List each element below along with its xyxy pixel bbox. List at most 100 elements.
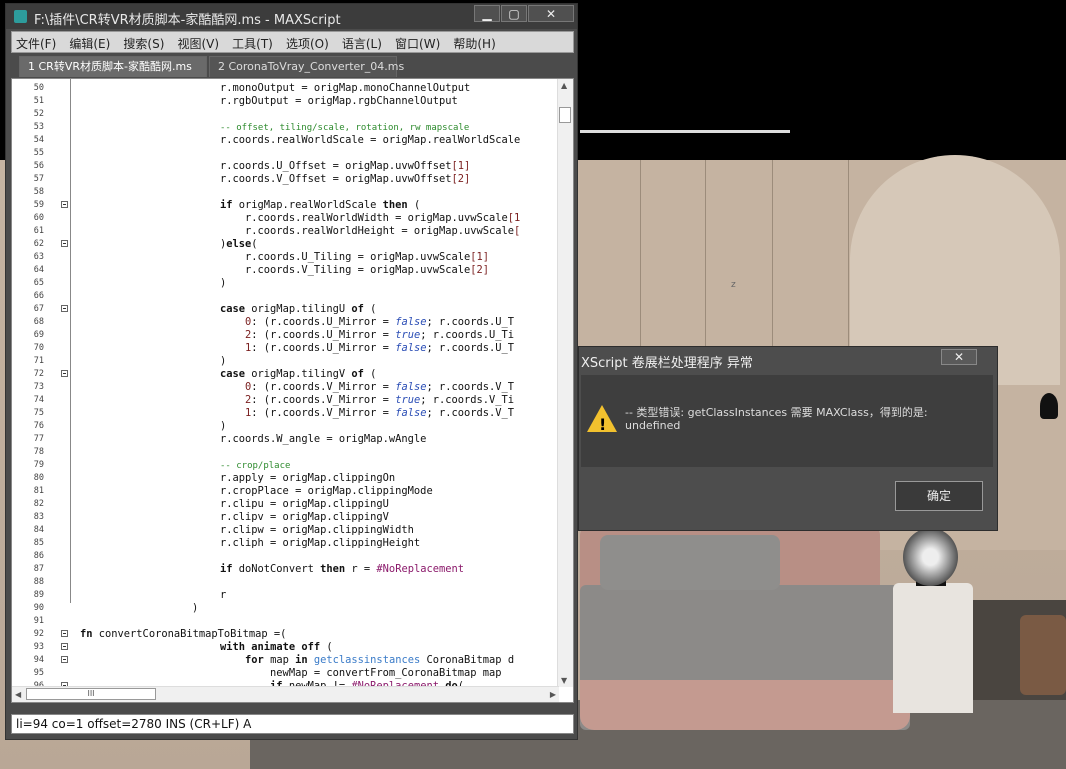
- line-number: 61: [33, 226, 44, 236]
- line-number: 67: [33, 304, 44, 314]
- code-text: )else(: [220, 238, 258, 250]
- fold-toggle-icon[interactable]: [61, 240, 68, 247]
- code-text: r.cliph = origMap.clippingHeight: [220, 537, 421, 549]
- line-number: 92: [33, 629, 44, 639]
- line-number: 74: [33, 395, 44, 405]
- code-line: 71): [12, 355, 558, 368]
- ok-button[interactable]: 确定: [895, 481, 983, 511]
- line-number: 95: [33, 668, 44, 678]
- maxscript-editor-window: F:\插件\CR转VR材质脚本-家酷酷网.ms - MAXScript ▁ ▢ …: [5, 3, 578, 740]
- error-dialog: XScript 卷展栏处理程序 异常 ✕ ! -- 类型错误: getClass…: [578, 346, 998, 531]
- code-line: 89 r: [12, 589, 558, 602]
- horizontal-scroll-thumb[interactable]: III: [26, 688, 156, 700]
- code-text: fn convertCoronaBitmapToBitmap =(: [80, 628, 287, 640]
- code-line: 87 if doNotConvert then r = #NoReplacemen…: [12, 563, 558, 576]
- wall-sconce: [1040, 393, 1058, 419]
- code-text: r: [220, 589, 227, 601]
- line-number: 53: [33, 122, 44, 132]
- fold-toggle-icon[interactable]: [61, 656, 68, 663]
- menu-search[interactable]: 搜索(S): [119, 32, 168, 55]
- vertical-scrollbar[interactable]: ▲ ▼: [557, 79, 573, 687]
- fold-toggle-icon[interactable]: [61, 305, 68, 312]
- code-line: 51 r.rgbOutput = origMap.rgbChannelOutput: [12, 95, 558, 108]
- menu-tools[interactable]: 工具(T): [228, 32, 277, 55]
- code-text: r.coords.V_Offset = origMap.uvwOffset[2]: [220, 173, 471, 185]
- code-line: 85 r.cliph = origMap.clippingHeight: [12, 537, 558, 550]
- editor-titlebar[interactable]: F:\插件\CR转VR材质脚本-家酷酷网.ms - MAXScript ▁ ▢ …: [6, 4, 577, 29]
- code-line: 88: [12, 576, 558, 589]
- code-text: r.clipu = origMap.clippingU: [220, 498, 389, 510]
- menu-edit[interactable]: 编辑(E): [65, 32, 114, 55]
- menu-file[interactable]: 文件(F): [12, 32, 60, 55]
- line-number: 78: [33, 447, 44, 457]
- code-text: 2: (r.coords.U_Mirror = true; r.coords.U…: [245, 329, 515, 341]
- code-text: ): [220, 420, 227, 432]
- viewport-axis-label: z: [731, 280, 736, 290]
- line-number: 81: [33, 486, 44, 496]
- line-number: 85: [33, 538, 44, 548]
- tab-corona-to-vray-converter[interactable]: 2 CoronaToVray_Converter_04.ms: [209, 56, 404, 77]
- fold-toggle-icon[interactable]: [61, 643, 68, 650]
- code-line: 93 with animate off (: [12, 641, 558, 654]
- menu-window[interactable]: 窗口(W): [391, 32, 444, 55]
- line-number: 69: [33, 330, 44, 340]
- scroll-right-arrow-icon[interactable]: ▶: [550, 690, 556, 699]
- dialog-close-button[interactable]: ✕: [941, 349, 977, 365]
- scroll-left-arrow-icon[interactable]: ◀: [15, 690, 21, 699]
- line-number: 89: [33, 590, 44, 600]
- code-line: 68 0: (r.coords.U_Mirror = false; r.coor…: [12, 316, 558, 329]
- code-text: r.coords.U_Offset = origMap.uvwOffset[1]: [220, 160, 471, 172]
- maximize-button[interactable]: ▢: [501, 5, 527, 22]
- minimize-button[interactable]: ▁: [474, 5, 500, 22]
- scroll-down-arrow-icon[interactable]: ▼: [561, 676, 567, 685]
- code-editor[interactable]: 50 r.monoOutput = origMap.monoChannelOutp…: [11, 78, 574, 703]
- code-line: 95 newMap = convertFrom_CoronaBitmap map: [12, 667, 558, 680]
- menu-bar: 文件(F) 编辑(E) 搜索(S) 视图(V) 工具(T) 选项(O) 语言(L…: [11, 31, 574, 53]
- code-line: 76): [12, 420, 558, 433]
- menu-view[interactable]: 视图(V): [174, 32, 224, 55]
- line-number: 63: [33, 252, 44, 262]
- fold-toggle-icon[interactable]: [61, 630, 68, 637]
- code-text: r.clipv = origMap.clippingV: [220, 511, 389, 523]
- code-line: 61 r.coords.realWorldHeight = origMap.uv…: [12, 225, 558, 238]
- fold-toggle-icon[interactable]: [61, 370, 68, 377]
- bed-pillow: [600, 535, 780, 590]
- code-line: 53 -- offset, tiling/scale, rotation, rw …: [12, 121, 558, 134]
- code-line: 73 0: (r.coords.V_Mirror = false; r.coor…: [12, 381, 558, 394]
- side-table: [893, 583, 973, 713]
- line-number: 91: [33, 616, 44, 626]
- line-number: 54: [33, 135, 44, 145]
- vertical-scroll-thumb[interactable]: [559, 107, 571, 123]
- code-text: case origMap.tilingU of (: [220, 303, 377, 315]
- code-text: r.coords.W_angle = origMap.wAngle: [220, 433, 427, 445]
- code-line: 94 for map in getclassinstances CoronaBi…: [12, 654, 558, 667]
- code-line: 80 r.apply = origMap.clippingOn: [12, 472, 558, 485]
- close-button[interactable]: ✕: [528, 5, 574, 22]
- fold-toggle-icon[interactable]: [61, 201, 68, 208]
- tab-cr-to-vr-script[interactable]: 1 CR转VR材质脚本-家酷酷网.ms: [19, 56, 207, 77]
- dialog-title: XScript 卷展栏处理程序 异常: [581, 356, 753, 371]
- ceiling-light-strip: [580, 130, 790, 133]
- code-line: 77 r.coords.W_angle = origMap.wAngle: [12, 433, 558, 446]
- table-lamp: [903, 528, 958, 586]
- menu-help[interactable]: 帮助(H): [449, 32, 499, 55]
- code-line: 72 case origMap.tilingV of (: [12, 368, 558, 381]
- scroll-up-arrow-icon[interactable]: ▲: [561, 81, 567, 90]
- menu-language[interactable]: 语言(L): [338, 32, 386, 55]
- code-text: ): [220, 355, 227, 367]
- code-line: 78: [12, 446, 558, 459]
- code-text: if origMap.realWorldScale then (: [220, 199, 421, 211]
- menu-options[interactable]: 选项(O): [282, 32, 333, 55]
- code-line: 55: [12, 147, 558, 160]
- code-text: r.coords.V_Tiling = origMap.uvwScale[2]: [220, 264, 490, 276]
- line-number: 57: [33, 174, 44, 184]
- dialog-body: ! -- 类型错误: getClassInstances 需要 MAXClass…: [581, 375, 993, 467]
- code-line: 59 if origMap.realWorldScale then (: [12, 199, 558, 212]
- code-line: 56 r.coords.U_Offset = origMap.uvwOffset[…: [12, 160, 558, 173]
- horizontal-scrollbar[interactable]: ◀ III ▶: [12, 686, 559, 702]
- code-line: 75 1: (r.coords.V_Mirror = false; r.coor…: [12, 407, 558, 420]
- code-text: r.cropPlace = origMap.clippingMode: [220, 485, 433, 497]
- code-text: 0: (r.coords.V_Mirror = false; r.coords.…: [245, 381, 515, 393]
- code-text: r.coords.realWorldHeight = origMap.uvwSc…: [220, 225, 521, 237]
- code-line: 64 r.coords.V_Tiling = origMap.uvwScale[…: [12, 264, 558, 277]
